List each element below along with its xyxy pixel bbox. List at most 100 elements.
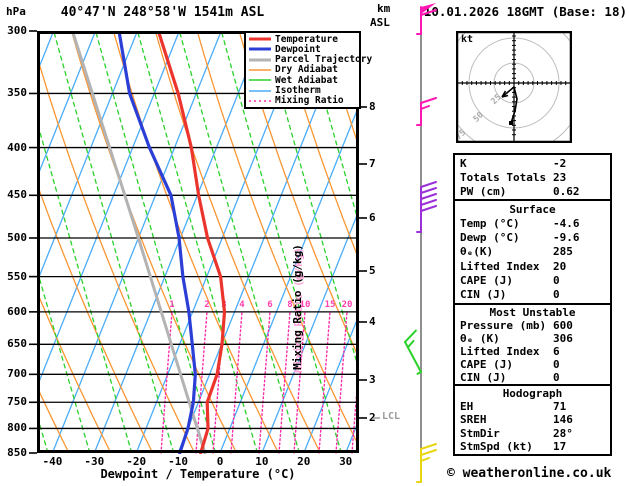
stats-box-hodograph-title: Hodograph	[460, 387, 605, 400]
stats-box-most-unstable: Most UnstablePressure (mb)600θₑ (K)306Li…	[453, 303, 612, 386]
stats-row-value: 23	[553, 171, 605, 184]
stats-row-value: -4.6	[553, 217, 605, 230]
hodograph-unit-label: kt	[461, 34, 473, 45]
stats-row: Dewp (°C)-9.6	[460, 231, 605, 244]
stats-row: Lifted Index6	[460, 345, 605, 358]
stats-box-most-unstable-title: Most Unstable	[460, 306, 605, 319]
stats-row: StmDir28°	[460, 427, 605, 440]
stats-row-label: Temp (°C)	[460, 217, 553, 230]
legend-item: Isotherm	[246, 86, 359, 95]
stats-row: Pressure (mb)600	[460, 319, 605, 332]
wind-barb-feather	[421, 206, 436, 211]
isotherm-line	[52, 31, 221, 453]
stats-row-value: -9.6	[553, 231, 605, 244]
hodograph-ring-label: 50	[472, 110, 486, 124]
stats-row-value: 146	[553, 413, 605, 426]
legend-line-sample	[249, 87, 271, 95]
stats-row: EH71	[460, 400, 605, 413]
stats-row: θₑ(K)285	[460, 245, 605, 258]
stats-row-label: PW (cm)	[460, 185, 553, 198]
dry-adiabat-line	[37, 31, 195, 453]
wind-barb	[417, 444, 436, 482]
isotherm-line	[37, 31, 96, 453]
stats-row-label: SREH	[460, 413, 553, 426]
wind-barb-feather	[421, 444, 436, 449]
stats-row-value: 306	[553, 332, 605, 345]
stats-row-value: 6	[553, 345, 605, 358]
wind-barb-feather	[421, 200, 436, 205]
wind-barb-feather	[421, 98, 436, 103]
stats-row-value: 0.62	[553, 185, 605, 198]
stats-row: PW (cm)0.62	[460, 185, 605, 198]
stats-row: θₑ (K)306	[460, 332, 605, 345]
hodograph-surface-dot	[509, 121, 513, 125]
stats-row-label: Totals Totals	[460, 171, 553, 184]
stats-box-summary: K-2Totals Totals23PW (cm)0.62	[453, 153, 612, 201]
stats-row: CAPE (J)0	[460, 358, 605, 371]
stats-row-value: 285	[553, 245, 605, 258]
stats-row: SREH146	[460, 413, 605, 426]
stats-box-hodograph: HodographEH71SREH146StmDir28°StmSpd (kt)…	[453, 384, 612, 456]
wind-barb-half-feather	[421, 106, 429, 109]
wind-barb	[417, 3, 436, 34]
legend-item: Dry Adiabat	[246, 65, 359, 74]
stats-row-label: CAPE (J)	[460, 358, 553, 371]
wind-barb-feather	[403, 331, 419, 342]
stats-row: StmSpd (kt)17	[460, 440, 605, 453]
wind-barb	[417, 182, 436, 232]
legend-line-sample	[249, 97, 271, 105]
stats-row: K-2	[460, 157, 605, 170]
stats-row-label: K	[460, 157, 553, 170]
stats-row-value: 28°	[553, 427, 605, 440]
stats-row: CAPE (J)0	[460, 274, 605, 287]
wind-barb-half-feather	[406, 341, 414, 347]
stats-row-value: 600	[553, 319, 605, 332]
wind-barb-feather	[421, 194, 436, 199]
legend-item: Parcel Trajectory	[246, 55, 359, 64]
stats-row-value: 0	[553, 358, 605, 371]
legend-line-sample	[249, 56, 271, 64]
stats-row-label: CIN (J)	[460, 371, 553, 384]
mixing-ratio-line	[231, 312, 242, 453]
wind-barb	[399, 331, 434, 374]
legend-line-sample	[249, 35, 271, 43]
wind-barb-half-feather	[421, 458, 429, 461]
stats-row-label: CAPE (J)	[460, 274, 553, 287]
legend-item: Temperature	[246, 35, 359, 44]
stats-row-label: Pressure (mb)	[460, 319, 553, 332]
mixing-ratio-value-label: 15	[325, 300, 336, 310]
stats-row-label: Lifted Index	[460, 345, 553, 358]
wet-adiabat-line	[37, 31, 132, 453]
stats-row-value: 71	[553, 400, 605, 413]
legend-line-sample	[249, 66, 271, 74]
legend-item: Wet Adiabat	[246, 76, 359, 85]
mixing-ratio-line	[336, 312, 347, 453]
mixing-ratio-value-label: 20	[342, 300, 353, 310]
stats-row-label: StmSpd (kt)	[460, 440, 553, 453]
stats-row: CIN (J)0	[460, 288, 605, 301]
hodograph: 255075	[456, 31, 572, 143]
mixing-ratio-value-label: 2	[204, 300, 209, 310]
mixing-ratio-line	[279, 312, 290, 453]
wind-barb-feather	[421, 182, 436, 187]
temperature-curve	[158, 31, 224, 453]
hodograph-ring-label: 25	[489, 93, 503, 107]
stats-row: Lifted Index20	[460, 260, 605, 273]
stats-row-value: 17	[553, 440, 605, 453]
stats-row-label: CIN (J)	[460, 288, 553, 301]
stats-row-value: 0	[553, 288, 605, 301]
stats-row-label: StmDir	[460, 427, 553, 440]
legend-line-sample	[249, 45, 271, 53]
mixing-ratio-value-label: 6	[267, 300, 272, 310]
stats-panel: K-2Totals Totals23PW (cm)0.62SurfaceTemp…	[453, 153, 612, 456]
stats-row-label: θₑ (K)	[460, 332, 553, 345]
stats-box-surface: SurfaceTemp (°C)-4.6Dewp (°C)-9.6θₑ(K)28…	[453, 199, 612, 305]
wet-adiabat-line	[37, 31, 90, 453]
stats-row-value: 0	[553, 371, 605, 384]
stats-box-surface-title: Surface	[460, 203, 605, 216]
legend-line-sample	[249, 76, 271, 84]
wind-barb-feather	[421, 450, 436, 455]
stats-row-label: EH	[460, 400, 553, 413]
mixing-ratio-value-label: 4	[239, 300, 245, 310]
wind-barb	[417, 98, 436, 125]
